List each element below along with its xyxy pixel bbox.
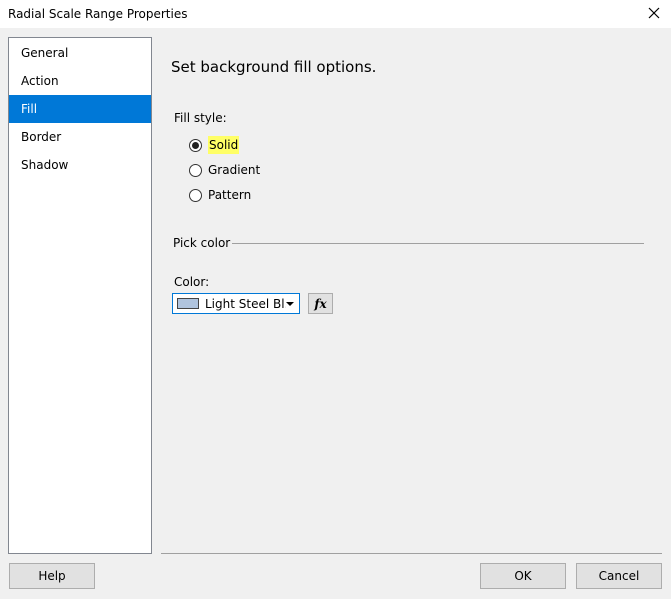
sidebar-item-general[interactable]: General [9,39,151,67]
cancel-button[interactable]: Cancel [576,563,662,589]
footer-divider [161,553,662,554]
group-divider [232,243,644,244]
fill-style-label: Fill style: [174,111,227,125]
pick-color-group-title: Pick color [173,236,231,250]
radio-button[interactable] [189,163,202,177]
sidebar-item-border[interactable]: Border [9,123,151,151]
ok-button[interactable]: OK [480,563,566,589]
color-value: Light Steel Bl... [205,296,286,311]
expression-button[interactable]: fx [308,293,333,314]
color-label: Color: [174,275,210,289]
radio-button-checked[interactable] [189,138,202,152]
radio-pattern-label: Pattern [208,188,252,202]
chevron-down-icon [286,301,294,306]
color-swatch [177,298,199,309]
close-icon[interactable] [645,4,663,22]
radio-gradient-label: Gradient [208,163,261,177]
help-button[interactable]: Help [9,563,95,589]
sidebar-nav: General Action Fill Border Shadow [8,37,152,554]
sidebar-item-label: Border [21,130,62,144]
title-bar: Radial Scale Range Properties [0,0,671,28]
color-dropdown[interactable]: Light Steel Bl... [172,293,300,314]
window-title: Radial Scale Range Properties [8,7,188,21]
sidebar-item-fill[interactable]: Fill [9,95,151,123]
radio-gradient[interactable]: Gradient [189,161,260,179]
sidebar-item-label: General [21,46,69,60]
radio-solid[interactable]: Solid [189,136,240,154]
sidebar-item-label: Fill [21,102,38,116]
radio-button[interactable] [189,188,202,202]
page-heading: Set background fill options. [171,58,377,76]
radio-solid-label: Solid [208,136,240,154]
sidebar-item-shadow[interactable]: Shadow [9,151,151,179]
sidebar-item-label: Action [21,74,59,88]
radio-pattern[interactable]: Pattern [189,186,251,204]
sidebar-item-action[interactable]: Action [9,67,151,95]
sidebar-item-label: Shadow [21,158,69,172]
